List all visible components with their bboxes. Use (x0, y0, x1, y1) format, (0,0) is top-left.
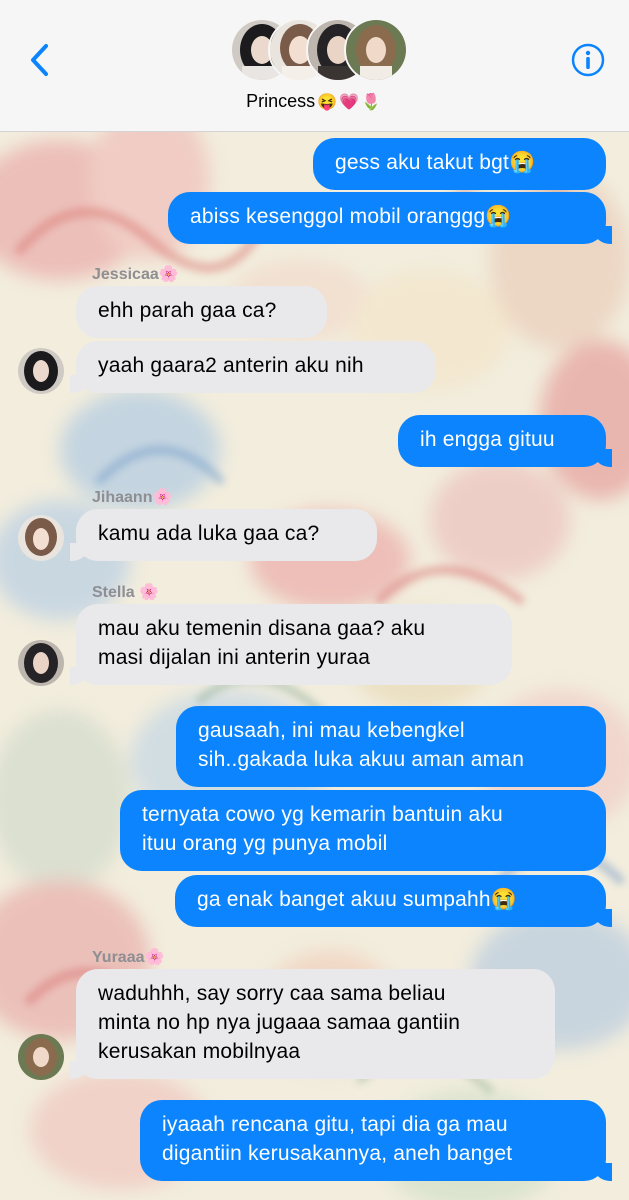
group-avatar (344, 18, 408, 82)
incoming-message[interactable]: ehh parah gaa ca? (76, 286, 327, 338)
outgoing-message[interactable]: gess aku takut bgt😭 (313, 138, 606, 190)
incoming-message[interactable]: waduhhh, say sorry caa sama beliau minta… (70, 969, 555, 1079)
info-icon[interactable] (571, 43, 605, 77)
incoming-message[interactable]: yaah gaara2 anterin aku nih (70, 341, 436, 393)
sender-avatar[interactable] (18, 640, 64, 686)
sender-name: Jihaann🌸 (92, 489, 173, 506)
outgoing-message[interactable]: ga enak banget akuu sumpahh😭 (175, 875, 612, 927)
message-list: gess aku takut bgt😭 abiss kesenggol mobi… (0, 0, 629, 1200)
outgoing-message[interactable]: ternyata cowo yg kemarin bantuin aku itu… (120, 790, 606, 871)
sender-avatar[interactable] (18, 1034, 64, 1080)
conversation-header: Princess 😝💗🌷 (0, 0, 629, 132)
sender-avatar[interactable] (18, 348, 64, 394)
incoming-message[interactable]: mau aku temenin disana gaa? aku masi dij… (70, 604, 512, 685)
group-name-text: Princess (246, 91, 316, 111)
outgoing-message[interactable]: gausaah, ini mau kebengkel sih..gakada l… (176, 706, 606, 787)
outgoing-message[interactable]: iyaaah rencana gitu, tapi dia ga mau dig… (140, 1100, 612, 1181)
group-avatars[interactable] (230, 18, 408, 82)
sender-name: Jessicaa🌸 (92, 266, 179, 283)
group-title[interactable]: Princess 😝💗🌷 (0, 91, 629, 112)
sender-avatar[interactable] (18, 515, 64, 561)
sender-name: Stella 🌸 (92, 584, 160, 601)
outgoing-message[interactable]: ih engga gituu (398, 415, 612, 467)
sender-name: Yuraaa🌸 (92, 949, 165, 966)
incoming-message[interactable]: kamu ada luka gaa ca? (70, 509, 377, 561)
chevron-left-icon[interactable] (26, 40, 54, 80)
outgoing-message[interactable]: abiss kesenggol mobil oranggg😭 (168, 192, 612, 244)
group-name-emojis: 😝💗🌷 (317, 94, 383, 111)
